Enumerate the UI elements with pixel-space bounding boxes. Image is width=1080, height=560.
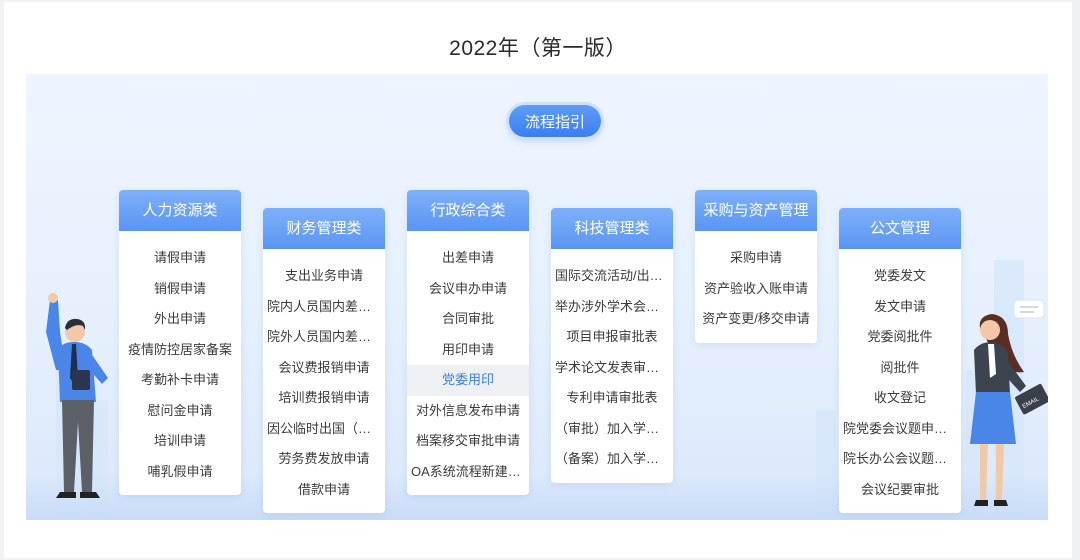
- page-title: 2022年（第一版）: [449, 37, 627, 60]
- process-item[interactable]: 外出申请: [119, 304, 241, 335]
- process-item[interactable]: 哺乳假申请: [119, 457, 241, 488]
- category-card-documents: 公文管理 党委发文 发文申请 党委阅批件 阅批件 收文登记 院党委会议题申请..…: [839, 208, 961, 513]
- category-list: 党委发文 发文申请 党委阅批件 阅批件 收文登记 院党委会议题申请... 院长办…: [839, 249, 961, 513]
- process-item[interactable]: 会议申办申请: [407, 274, 529, 305]
- process-item[interactable]: 请假申请: [119, 243, 241, 274]
- category-card-admin: 行政综合类 出差申请 会议申办申请 合同审批 用印申请 党委用印 对外信息发布申…: [407, 190, 529, 495]
- category-card-tech: 科技管理类 国际交流活动/出国... 举办涉外学术会议... 项目申报审批表 学…: [551, 208, 673, 483]
- process-item[interactable]: 学术论文发表审批表: [551, 353, 673, 384]
- category-card-procurement: 采购与资产管理 采购申请 资产验收入账申请 资产变更/移交申请: [695, 190, 817, 343]
- process-item[interactable]: 发文申请: [839, 292, 961, 323]
- category-header-documents[interactable]: 公文管理: [839, 208, 961, 249]
- category-header-procurement[interactable]: 采购与资产管理: [695, 190, 817, 231]
- businesswoman-illustration: EMAIL: [970, 299, 1048, 506]
- process-item[interactable]: （审批）加入学会...: [551, 414, 673, 445]
- process-item[interactable]: 慰问金申请: [119, 396, 241, 427]
- category-header-hr[interactable]: 人力资源类: [119, 190, 241, 231]
- process-item[interactable]: 对外信息发布申请: [407, 396, 529, 427]
- process-item-active[interactable]: 党委用印: [407, 365, 529, 396]
- process-item[interactable]: 举办涉外学术会议...: [551, 292, 673, 323]
- process-item[interactable]: 销假申请: [119, 274, 241, 305]
- category-card-finance: 财务管理类 支出业务申请 院内人员国内差旅... 院外人员国内差旅... 会议费…: [263, 208, 385, 513]
- category-list: 采购申请 资产验收入账申请 资产变更/移交申请: [695, 231, 817, 343]
- page: 2022年（第一版） 流程指引 人力资源类 请假申请 销假申请 外出申请 疫情防…: [4, 2, 1072, 558]
- process-item[interactable]: 合同审批: [407, 304, 529, 335]
- process-item[interactable]: 项目申报审批表: [551, 322, 673, 353]
- process-item[interactable]: 院外人员国内差旅...: [263, 322, 385, 353]
- process-item[interactable]: 院长办公会议题申...: [839, 444, 961, 475]
- process-item[interactable]: 考勤补卡申请: [119, 365, 241, 396]
- category-list: 出差申请 会议申办申请 合同审批 用印申请 党委用印 对外信息发布申请 档案移交…: [407, 231, 529, 495]
- businessman-illustration: [46, 293, 108, 498]
- process-item[interactable]: 党委阅批件: [839, 322, 961, 353]
- category-header-admin[interactable]: 行政综合类: [407, 190, 529, 231]
- process-item[interactable]: 培训申请: [119, 426, 241, 457]
- process-item[interactable]: 用印申请: [407, 335, 529, 366]
- process-item[interactable]: 劳务费发放申请: [263, 444, 385, 475]
- process-item[interactable]: 会议费报销申请: [263, 353, 385, 384]
- process-item[interactable]: 培训费报销申请: [263, 383, 385, 414]
- category-header-finance[interactable]: 财务管理类: [263, 208, 385, 249]
- process-item[interactable]: 采购申请: [695, 243, 817, 274]
- process-guide-panel: 流程指引 人力资源类 请假申请 销假申请 外出申请 疫情防控居家备案 考勤补卡申…: [26, 74, 1048, 520]
- process-item[interactable]: 专利申请审批表: [551, 383, 673, 414]
- process-item[interactable]: （备案）加入学会...: [551, 444, 673, 475]
- category-list: 请假申请 销假申请 外出申请 疫情防控居家备案 考勤补卡申请 慰问金申请 培训申…: [119, 231, 241, 495]
- process-item[interactable]: 会议纪要审批: [839, 475, 961, 506]
- process-item[interactable]: 院内人员国内差旅...: [263, 292, 385, 323]
- process-item[interactable]: 阅批件: [839, 353, 961, 384]
- process-item[interactable]: OA系统流程新建及...: [407, 457, 529, 488]
- process-item[interactable]: 因公临时出国（境...: [263, 414, 385, 445]
- category-card-hr: 人力资源类 请假申请 销假申请 外出申请 疫情防控居家备案 考勤补卡申请 慰问金…: [119, 190, 241, 495]
- process-guide-button[interactable]: 流程指引: [509, 105, 601, 137]
- process-item[interactable]: 资产变更/移交申请: [695, 304, 817, 335]
- process-item[interactable]: 国际交流活动/出国...: [551, 261, 673, 292]
- process-item[interactable]: 档案移交审批申请: [407, 426, 529, 457]
- category-header-tech[interactable]: 科技管理类: [551, 208, 673, 249]
- process-item[interactable]: 出差申请: [407, 243, 529, 274]
- process-item[interactable]: 党委发文: [839, 261, 961, 292]
- category-list: 国际交流活动/出国... 举办涉外学术会议... 项目申报审批表 学术论文发表审…: [551, 249, 673, 483]
- process-item[interactable]: 收文登记: [839, 383, 961, 414]
- process-item[interactable]: 资产验收入账申请: [695, 274, 817, 305]
- process-item[interactable]: 支出业务申请: [263, 261, 385, 292]
- category-list: 支出业务申请 院内人员国内差旅... 院外人员国内差旅... 会议费报销申请 培…: [263, 249, 385, 513]
- process-item[interactable]: 院党委会议题申请...: [839, 414, 961, 445]
- process-item[interactable]: 借款申请: [263, 475, 385, 506]
- process-item[interactable]: 疫情防控居家备案: [119, 335, 241, 366]
